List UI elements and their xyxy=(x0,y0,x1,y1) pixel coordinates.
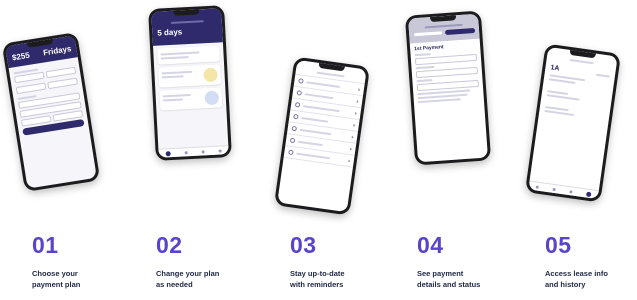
tab-icon[interactable] xyxy=(569,189,573,194)
countdown-value: 5 days xyxy=(157,27,183,38)
caption-line: and history xyxy=(545,280,586,289)
plan-amount: $255 xyxy=(11,50,31,63)
phone-mockup-payment-plan: $255 Fridays xyxy=(1,31,101,193)
payment-field xyxy=(414,53,478,66)
chevron-right-icon xyxy=(352,123,356,127)
bell-icon xyxy=(294,101,301,108)
placeholder-line xyxy=(416,79,432,83)
illustration-icon xyxy=(203,67,218,83)
bell-icon xyxy=(288,149,294,156)
bell-icon xyxy=(289,137,296,144)
payment-sheet: 1st Payment xyxy=(410,39,484,109)
placeholder-line xyxy=(425,23,463,29)
phone-mockup-reminders xyxy=(273,56,371,216)
header-title-line xyxy=(316,71,345,78)
step-number: 04 xyxy=(417,232,444,258)
caption-line: payment plan xyxy=(32,280,81,289)
illustration-icon xyxy=(204,90,220,106)
bell-icon xyxy=(296,90,303,96)
placeholder-line xyxy=(544,109,575,117)
placeholder-line xyxy=(161,75,185,79)
tab-option[interactable] xyxy=(413,30,444,38)
tab-icon[interactable] xyxy=(552,187,556,191)
phone-screen: 1st Payment xyxy=(408,13,488,163)
placeholder-line xyxy=(160,51,200,56)
step-4: 1st Payment 04 See payment details and s… xyxy=(381,0,508,300)
payment-field xyxy=(415,66,479,79)
plan-frequency: Fridays xyxy=(42,44,73,58)
phone-screen: 1A xyxy=(528,46,618,200)
caption-line: Access lease info xyxy=(545,269,608,278)
chevron-right-icon xyxy=(347,159,351,162)
caption-line: as needed xyxy=(156,280,193,289)
chevron-right-icon xyxy=(357,87,361,91)
tab-icon[interactable] xyxy=(201,149,205,153)
caption-line: with reminders xyxy=(290,280,344,289)
phone-mockup-lease-info: 1A xyxy=(524,43,622,203)
step-5: 1A 05 Access lease info and history xyxy=(508,0,635,300)
bell-icon xyxy=(298,78,304,84)
placeholder-line xyxy=(595,73,611,78)
placeholder-line xyxy=(162,93,191,98)
step-caption: See payment details and status xyxy=(417,268,480,290)
plan-form xyxy=(9,57,89,139)
step-3: 03 Stay up-to-date with reminders xyxy=(254,0,381,300)
tab-home-icon[interactable] xyxy=(165,150,171,156)
phone-mockup-payment-details: 1st Payment xyxy=(404,10,492,166)
step-caption: Change your plan as needed xyxy=(156,268,219,290)
placeholder-line xyxy=(414,53,431,57)
payment-title: 1st Payment xyxy=(414,44,444,53)
caption-line: Choose your xyxy=(32,269,78,278)
tab-option-active[interactable] xyxy=(444,27,476,36)
step-caption: Stay up-to-date with reminders xyxy=(290,268,345,290)
tab-bar xyxy=(158,145,229,158)
tab-toggle xyxy=(413,27,476,39)
plan-card[interactable] xyxy=(158,64,222,88)
step-number: 03 xyxy=(290,232,317,258)
step-caption: Choose your payment plan xyxy=(32,268,80,290)
tab-lease-icon[interactable] xyxy=(585,191,592,197)
phone-screen xyxy=(277,59,367,213)
step-caption: Access lease info and history xyxy=(545,268,608,290)
caption-line: Change your plan xyxy=(156,269,220,278)
chevron-right-icon xyxy=(354,111,357,115)
header-title-line xyxy=(170,20,204,24)
caption-line: Stay up-to-date xyxy=(290,269,345,278)
chevron-right-icon xyxy=(349,147,352,150)
tab-icon[interactable] xyxy=(218,148,222,153)
placeholder-line xyxy=(162,98,183,102)
bell-icon xyxy=(293,113,299,120)
plan-card[interactable] xyxy=(157,45,220,65)
caption-line: details and status xyxy=(417,280,481,289)
plan-card[interactable] xyxy=(159,87,223,111)
phone-screen: $255 Fridays xyxy=(5,35,97,189)
step-number: 01 xyxy=(32,232,59,258)
lease-value: 1A xyxy=(549,64,560,73)
plan-option[interactable] xyxy=(15,82,47,95)
plan-option[interactable] xyxy=(47,77,79,90)
chevron-right-icon xyxy=(350,135,354,139)
placeholder-line xyxy=(415,65,435,70)
tab-bar xyxy=(528,180,599,200)
tab-icon[interactable] xyxy=(184,150,188,154)
lease-content: 1A xyxy=(539,61,616,126)
step-number: 02 xyxy=(156,232,183,258)
step-1: $255 Fridays 01 Choose your payment plan xyxy=(0,0,127,300)
step-2: 5 days 02 Change your plan as needed xyxy=(127,0,254,300)
placeholder-line xyxy=(160,56,189,60)
chevron-right-icon xyxy=(355,99,359,103)
phone-screen: 5 days xyxy=(151,8,229,158)
placeholder-line xyxy=(161,70,193,75)
caption-line: See payment xyxy=(417,269,464,278)
bell-icon xyxy=(291,125,298,132)
phone-mockup-change-plan: 5 days xyxy=(148,5,232,161)
plan-option[interactable] xyxy=(45,66,77,79)
tab-icon[interactable] xyxy=(535,184,539,189)
step-number: 05 xyxy=(545,232,572,258)
placeholder-line xyxy=(417,98,462,104)
